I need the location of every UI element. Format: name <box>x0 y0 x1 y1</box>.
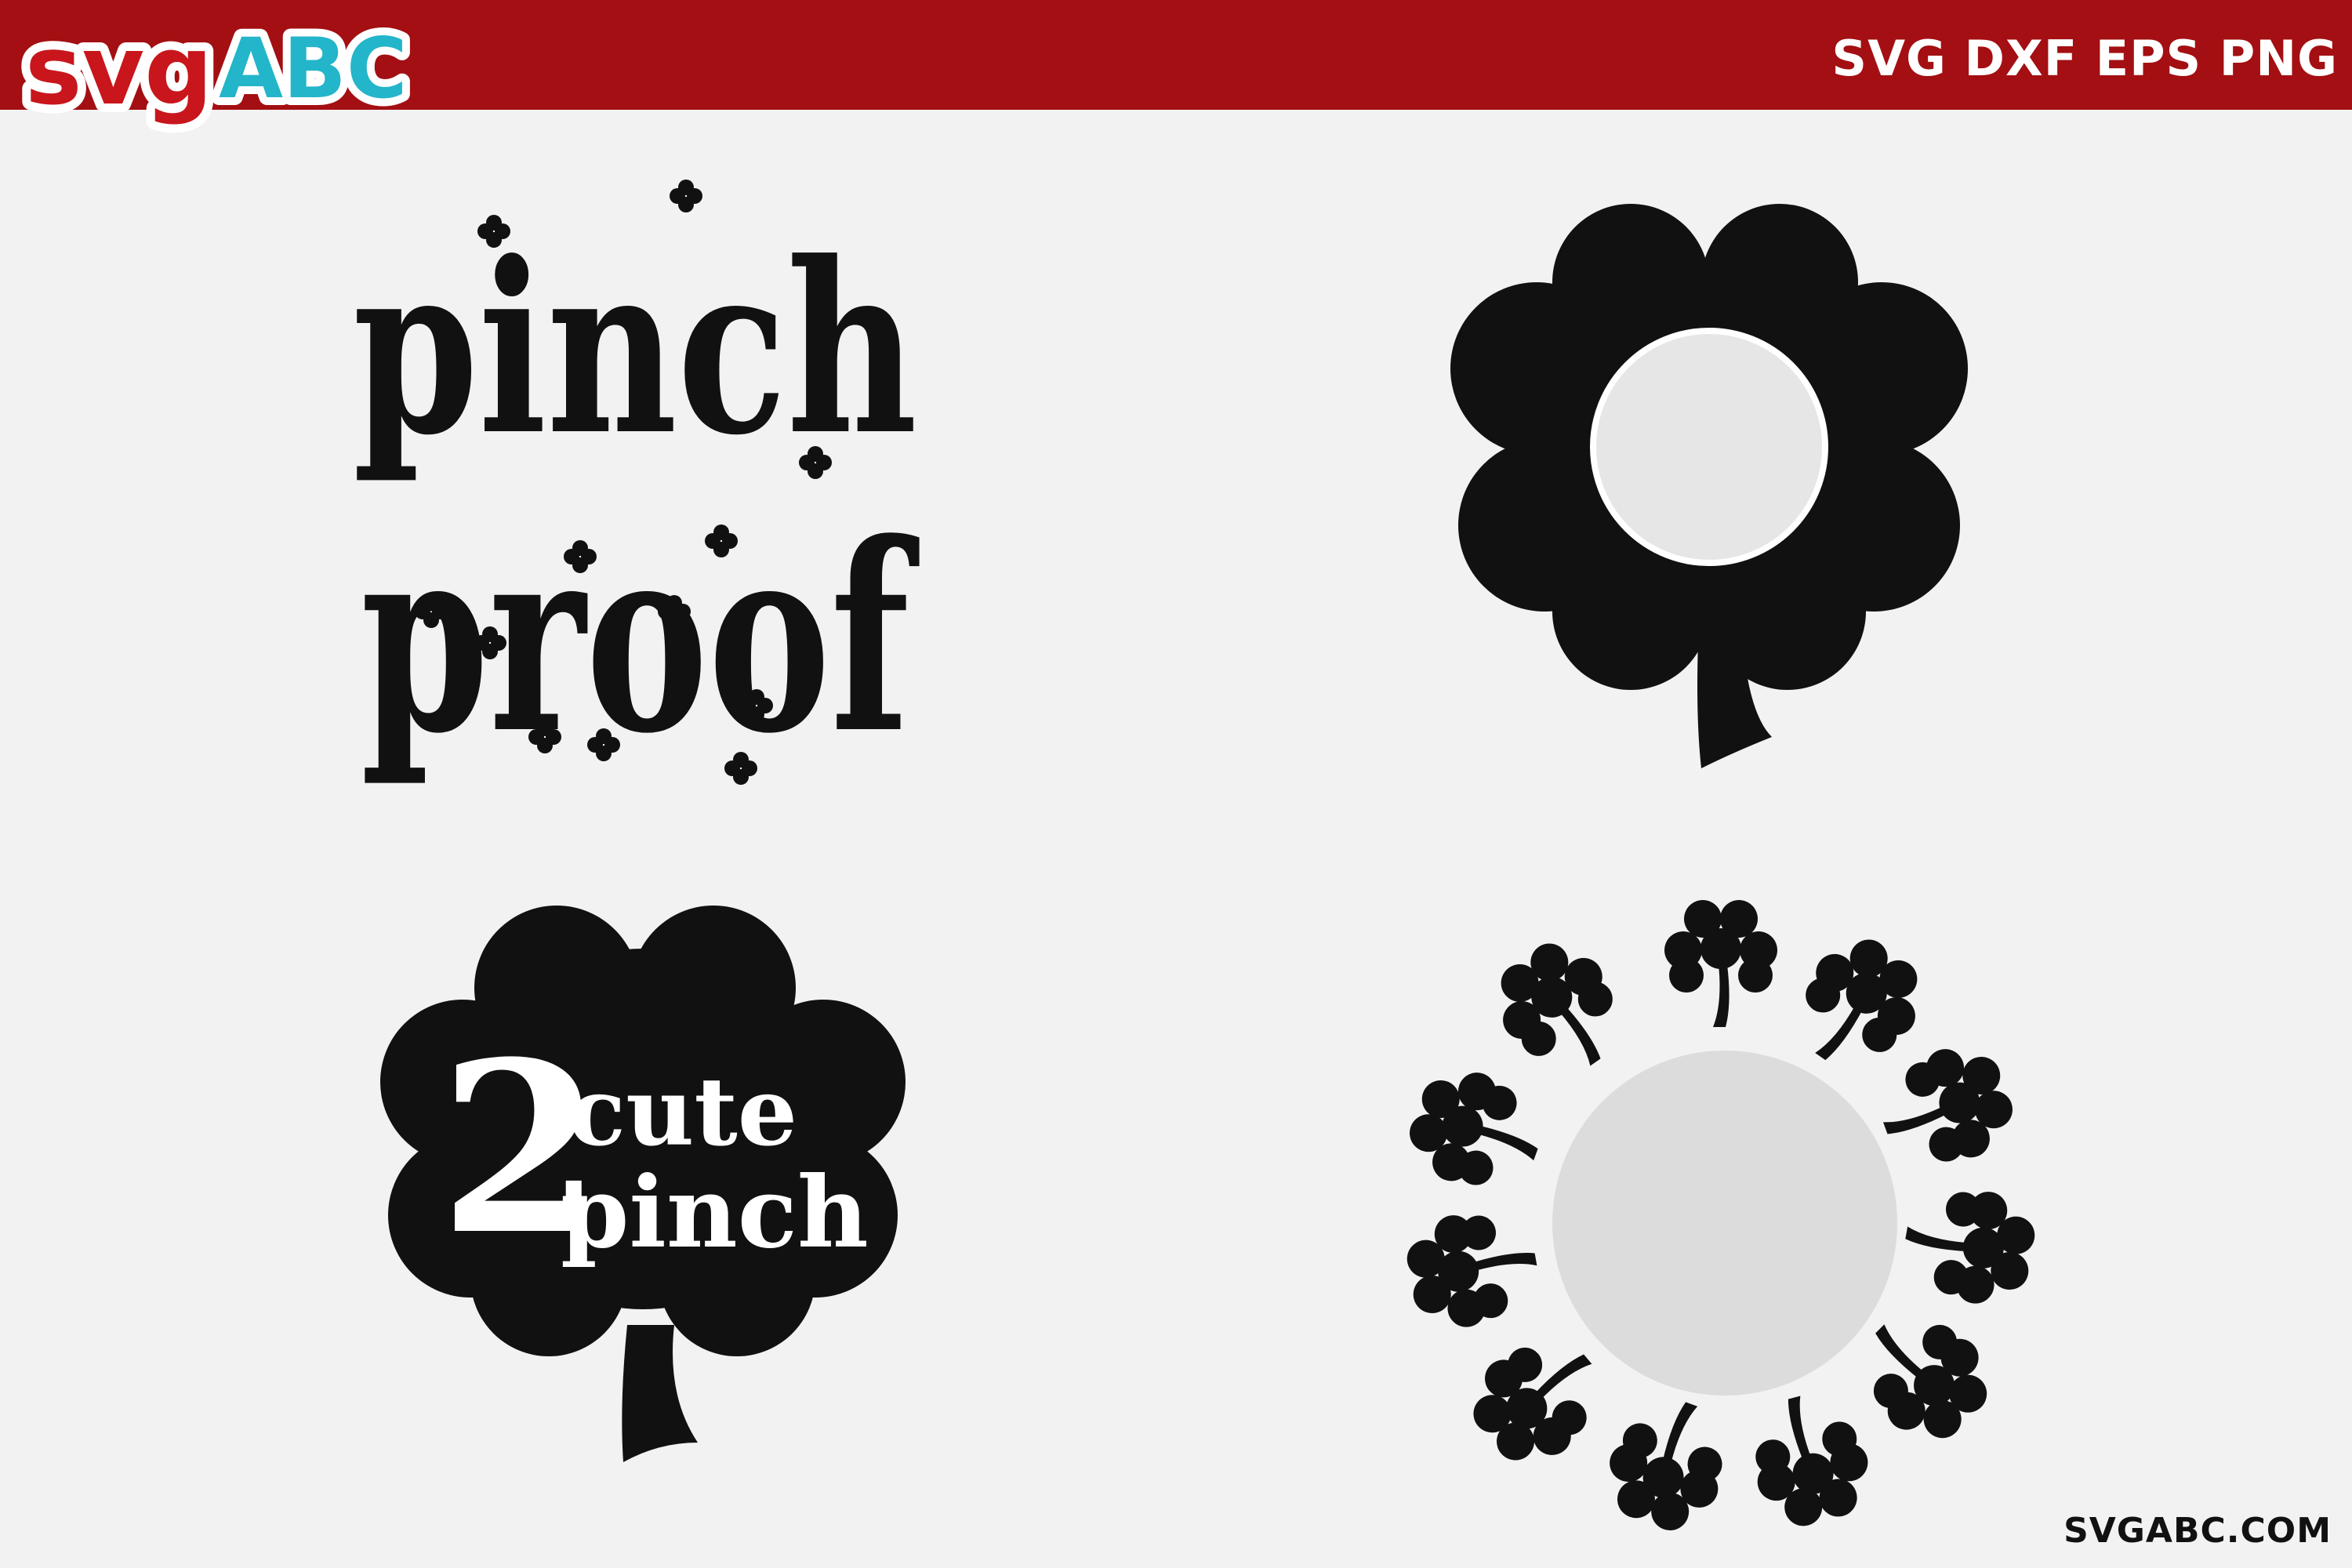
svgabc-logo: svg svg ABC ABC <box>19 19 416 135</box>
proof-word: proof <box>361 486 920 790</box>
monogram-circle <box>1590 328 1828 566</box>
clover-monogram-design <box>1450 204 1968 768</box>
shamrock-icon <box>1453 1314 1624 1483</box>
logo-text-abc: ABC <box>219 20 408 117</box>
file-formats-label: SVG DXF EPS PNG <box>1831 30 2338 87</box>
website-url: SVGABC.COM <box>2063 1511 2332 1551</box>
pinch-word-white: pinch <box>561 1156 869 1270</box>
shamrock-icon <box>1593 1384 1744 1537</box>
shamrock-icon <box>1866 1033 2025 1183</box>
shamrock-icon <box>1477 924 1643 1094</box>
pinch-word: pinch <box>353 210 917 487</box>
wreath-center-circle <box>1552 1051 1897 1396</box>
shamrock-icon <box>1664 900 1777 1027</box>
shamrock-icon <box>670 180 702 212</box>
shamrock-icon <box>1400 1202 1546 1336</box>
shamrock-icon <box>1738 1383 1881 1536</box>
shamrock-wreath-design <box>1397 900 2042 1537</box>
two-cute-to-pinch-design: 2 cute pinch <box>380 906 906 1462</box>
pinch-proof-text: pinch proof <box>353 210 920 790</box>
logo-text-svg: svg <box>25 19 212 126</box>
shamrock-icon <box>1896 1178 2042 1312</box>
shamrock-icon <box>1397 1056 1556 1207</box>
pinch-proof-design: pinch proof <box>353 180 920 790</box>
cute-word: cute <box>568 1057 797 1167</box>
